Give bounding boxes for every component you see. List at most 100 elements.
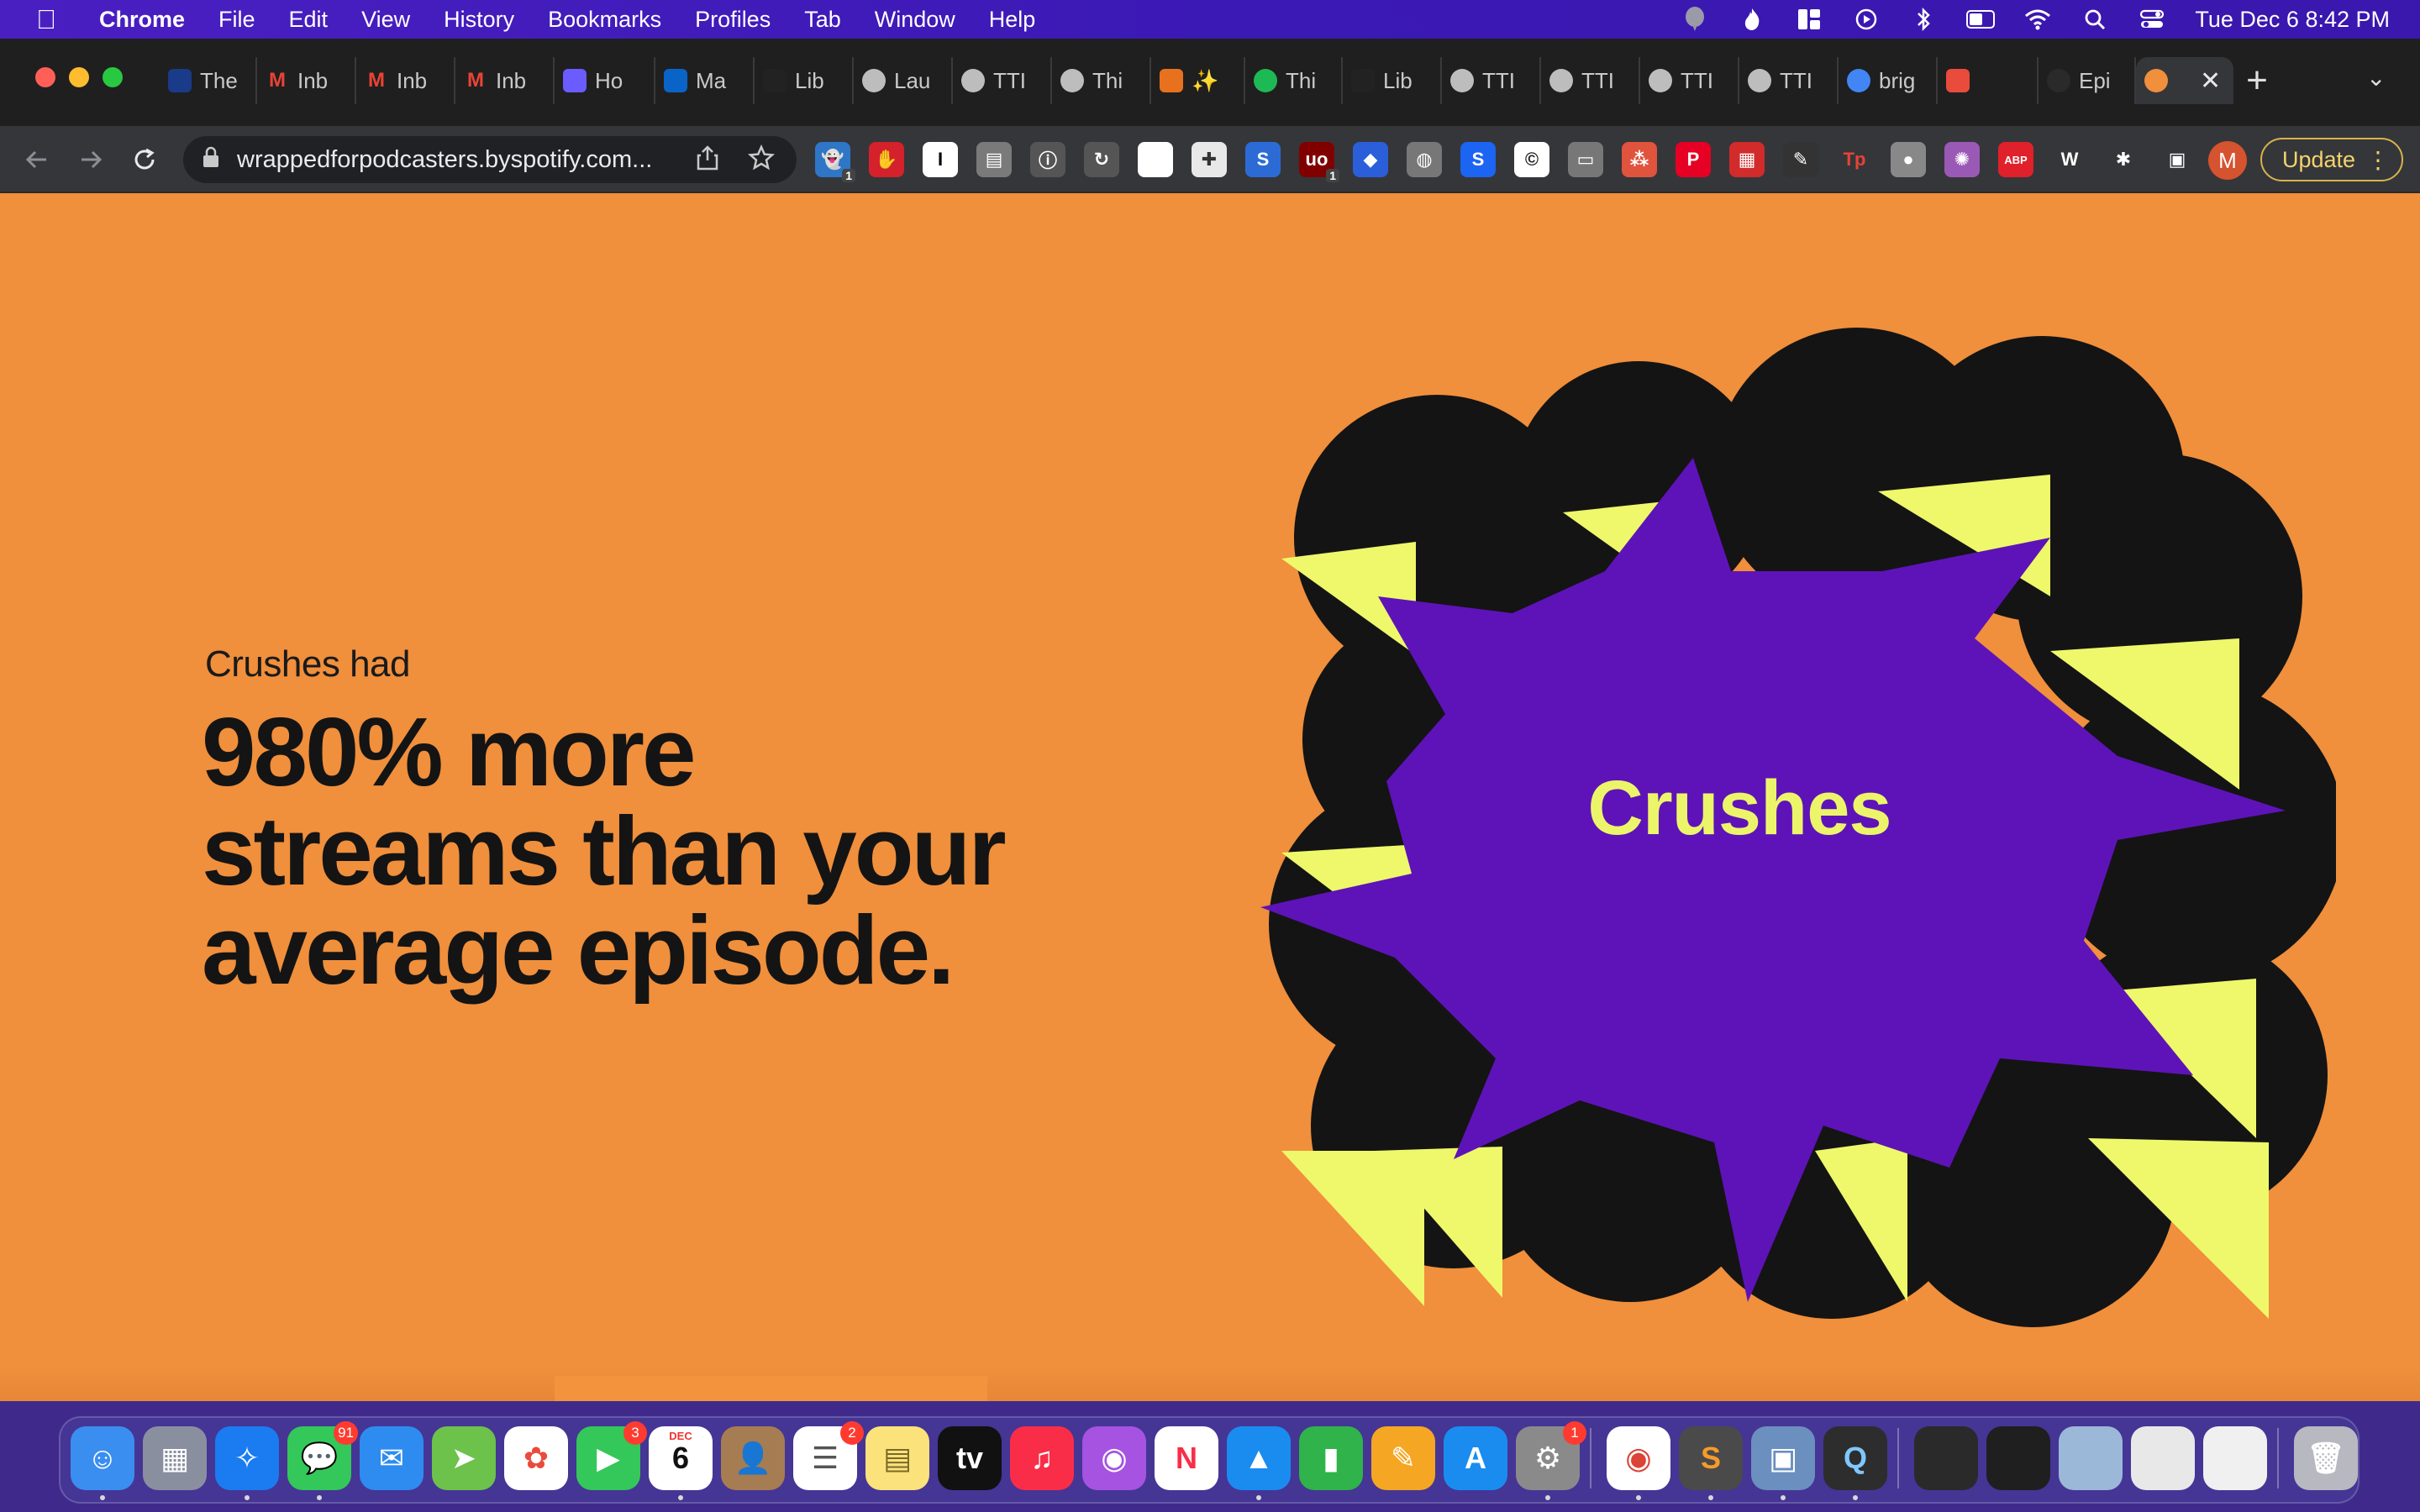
s-blue-ext-icon[interactable]: S: [1460, 142, 1496, 177]
tab[interactable]: [1938, 57, 2039, 104]
hand-ext-icon[interactable]: ✋: [869, 142, 904, 177]
quicktime-icon[interactable]: Q: [1823, 1426, 1887, 1490]
adblock-ext-icon[interactable]: ABP: [1998, 142, 2033, 177]
more-menu-icon[interactable]: ⋮: [2366, 146, 2390, 174]
reminders-icon[interactable]: ☰ 2: [793, 1421, 864, 1490]
profile-avatar[interactable]: M: [2208, 141, 2247, 180]
tab[interactable]: TTI: [1640, 57, 1739, 104]
instapaper-ext-icon[interactable]: I: [923, 142, 958, 177]
share-icon[interactable]: [696, 144, 719, 178]
trash-icon[interactable]: 🗑: [2294, 1426, 2358, 1490]
menu-window[interactable]: Window: [875, 7, 955, 33]
tab[interactable]: TTI: [1541, 57, 1640, 104]
pinterest-ext-icon[interactable]: P: [1676, 142, 1711, 177]
menu-profiles[interactable]: Profiles: [695, 7, 771, 33]
appstore-icon[interactable]: A: [1444, 1426, 1507, 1490]
menu-view[interactable]: View: [361, 7, 410, 33]
tab[interactable]: M Inb: [257, 57, 356, 104]
minimized-window-1-icon[interactable]: [1914, 1426, 1978, 1490]
update-button[interactable]: Update ⋮: [2260, 138, 2403, 181]
notes-icon[interactable]: ▤: [865, 1426, 929, 1490]
photos-icon[interactable]: ✿: [504, 1426, 568, 1490]
calendar-icon[interactable]: 6 DEC: [649, 1426, 713, 1490]
bookmark-star-icon[interactable]: [747, 144, 776, 178]
menu-file[interactable]: File: [218, 7, 255, 33]
tab[interactable]: ✨: [1151, 57, 1245, 104]
menu-help[interactable]: Help: [989, 7, 1036, 33]
menu-tab[interactable]: Tab: [804, 7, 841, 33]
dots-ext-icon[interactable]: ⁂: [1622, 142, 1657, 177]
messages-icon[interactable]: 💬 91: [287, 1421, 358, 1490]
systemprefs-icon[interactable]: ⚙ 1: [1516, 1421, 1586, 1490]
tab[interactable]: Thi: [1245, 57, 1343, 104]
tp-ext-icon[interactable]: Tp: [1837, 142, 1872, 177]
new-tab-button[interactable]: +: [2233, 57, 2281, 104]
tab[interactable]: TTI: [1442, 57, 1541, 104]
tab[interactable]: TTI: [953, 57, 1052, 104]
c-ext-icon[interactable]: ©: [1514, 142, 1549, 177]
sidepanel-ext-icon[interactable]: ▣: [2160, 142, 2195, 177]
window-maximize-button[interactable]: [103, 67, 123, 87]
chart-ext-icon[interactable]: ▦: [1729, 142, 1765, 177]
refresh-ext-icon[interactable]: ↻: [1084, 142, 1119, 177]
reader-ext-icon[interactable]: ▤: [976, 142, 1012, 177]
podcasts-icon[interactable]: ◉: [1082, 1426, 1146, 1490]
info-ext-icon[interactable]: ⓘ: [1030, 142, 1065, 177]
tab[interactable]: The: [160, 57, 257, 104]
menu-bookmarks[interactable]: Bookmarks: [548, 7, 661, 33]
ublock-ext-icon[interactable]: uo 1: [1299, 142, 1339, 182]
minimized-window-2-icon[interactable]: [1986, 1426, 2050, 1490]
square-ext-icon[interactable]: ■: [1138, 142, 1173, 177]
control-center-icon[interactable]: [2138, 7, 2166, 32]
contacts-icon[interactable]: 👤: [721, 1426, 785, 1490]
wifi-status-icon[interactable]: [2023, 7, 2052, 32]
apple-menu-icon[interactable]: : [27, 4, 66, 35]
plus-ext-icon[interactable]: ✚: [1192, 142, 1227, 177]
mail-icon[interactable]: ✉: [360, 1426, 424, 1490]
tab[interactable]: Ho: [555, 57, 655, 104]
tab-search-chevron-icon[interactable]: ⌄: [2366, 64, 2386, 92]
tab[interactable]: Thi: [1052, 57, 1151, 104]
tab[interactable]: Lib: [755, 57, 854, 104]
wikipedia-ext-icon[interactable]: W: [2052, 142, 2087, 177]
window-close-button[interactable]: [35, 67, 55, 87]
appletv-icon[interactable]: tv: [938, 1426, 1002, 1490]
battery-status-icon[interactable]: [1966, 7, 1996, 32]
minimized-window-3-icon[interactable]: [2059, 1426, 2123, 1490]
flame-status-icon[interactable]: [1738, 7, 1766, 32]
address-bar[interactable]: wrappedforpodcasters.byspotify.com...: [183, 136, 797, 183]
puzzle-ext-icon[interactable]: ✱: [2106, 142, 2141, 177]
tab[interactable]: TTI: [1739, 57, 1839, 104]
numbers-icon[interactable]: ▮: [1299, 1426, 1363, 1490]
reload-button[interactable]: [124, 139, 165, 180]
tab[interactable]: Lau: [854, 57, 953, 104]
s-ext-icon[interactable]: S: [1245, 142, 1281, 177]
bubble-ext-icon[interactable]: ●: [1891, 142, 1926, 177]
maps-icon[interactable]: ➤: [432, 1426, 496, 1490]
tab[interactable]: M Inb: [455, 57, 555, 104]
window-minimize-button[interactable]: [69, 67, 89, 87]
back-button[interactable]: [17, 139, 57, 180]
safari-icon[interactable]: ✧: [215, 1426, 279, 1490]
minimized-window-4-icon[interactable]: [2131, 1426, 2195, 1490]
menubar-clock[interactable]: Tue Dec 6 8:42 PM: [2195, 7, 2390, 33]
play-circle-status-icon[interactable]: [1852, 7, 1881, 32]
url-text[interactable]: wrappedforpodcasters.byspotify.com...: [237, 146, 674, 174]
sublime-icon[interactable]: S: [1679, 1426, 1743, 1490]
menu-app-name[interactable]: Chrome: [99, 7, 185, 33]
minimized-window-5-icon[interactable]: [2203, 1426, 2267, 1490]
launchpad-icon[interactable]: ▦: [143, 1426, 207, 1490]
tab[interactable]: brig: [1839, 57, 1938, 104]
forward-button[interactable]: [71, 139, 111, 180]
facetime-icon[interactable]: ▶ 3: [576, 1421, 647, 1490]
balloon-status-icon[interactable]: [1681, 7, 1709, 32]
pages-icon[interactable]: ✎: [1371, 1426, 1435, 1490]
preview-icon[interactable]: ▣: [1751, 1426, 1815, 1490]
tab[interactable]: Epi: [2039, 57, 2136, 104]
color-wheel-ext-icon[interactable]: ✺: [1944, 142, 1980, 177]
tab[interactable]: M Inb: [356, 57, 455, 104]
globe-ext-icon[interactable]: ◍: [1407, 142, 1442, 177]
diamond-ext-icon[interactable]: ◆: [1353, 142, 1388, 177]
menu-edit[interactable]: Edit: [289, 7, 329, 33]
bluetooth-status-icon[interactable]: [1909, 7, 1938, 32]
